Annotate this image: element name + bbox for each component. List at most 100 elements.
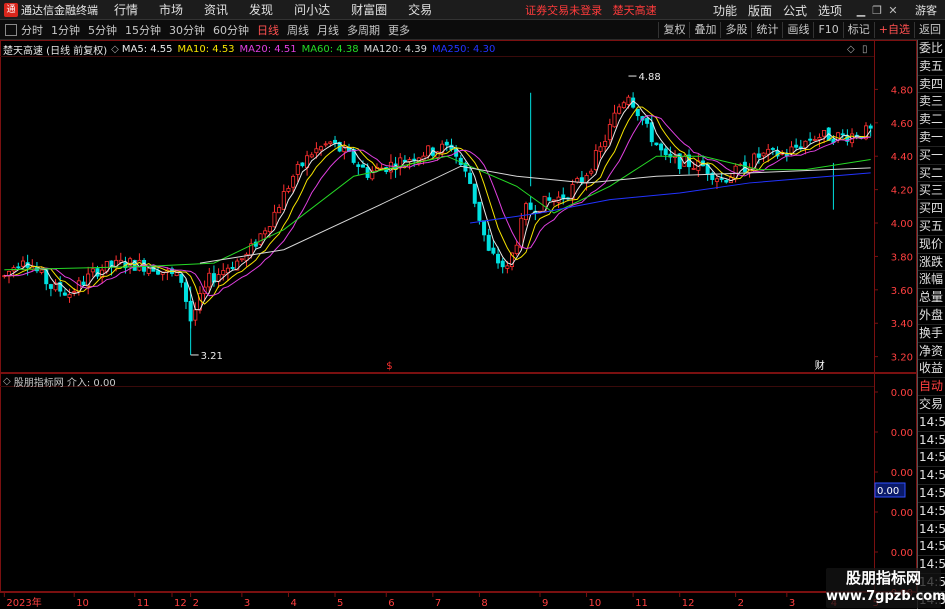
ma5-label: MA5: 4.55: [121, 43, 173, 55]
candle-body: [356, 164, 361, 167]
login-notice[interactable]: 证券交易未登录 楚天高速: [525, 2, 664, 18]
period-tab[interactable]: 多周期: [347, 22, 380, 38]
close-icon[interactable]: ✕: [885, 4, 901, 17]
side-panel-item[interactable]: 买五: [918, 218, 945, 236]
side-panel-item[interactable]: 买二: [918, 165, 945, 183]
side-panel-item[interactable]: 卖五: [918, 58, 945, 76]
side-panel-item[interactable]: 卖三: [918, 93, 945, 112]
toolbar-button[interactable]: 叠加: [689, 22, 720, 38]
period-tab[interactable]: 30分钟: [169, 22, 205, 38]
x-tick-label: 12: [174, 598, 187, 609]
candle-body: [607, 124, 612, 141]
menu-function[interactable]: 功能: [713, 2, 737, 19]
candle-body: [277, 207, 282, 214]
menu-ask[interactable]: 问小达: [294, 1, 330, 18]
x-tick-label: 10: [76, 598, 89, 609]
period-tab[interactable]: 15分钟: [125, 22, 161, 38]
candle-body: [593, 150, 598, 170]
candle-body: [174, 272, 179, 277]
side-panel-item[interactable]: 涨跌: [918, 254, 945, 272]
side-panel-item[interactable]: 自动: [918, 378, 945, 396]
period-tab[interactable]: 更多: [388, 22, 410, 38]
side-panel-item[interactable]: 14:56: [918, 467, 945, 485]
toolbar-button[interactable]: 统计: [751, 22, 782, 38]
menu-layout[interactable]: 版面: [748, 2, 772, 19]
current-stock-text: 楚天高速: [612, 3, 657, 17]
menu-news[interactable]: 资讯: [204, 1, 228, 18]
side-panel-item[interactable]: 14:56: [918, 449, 945, 468]
window-toggle-icon[interactable]: [5, 23, 17, 36]
toolbar-button[interactable]: 多股: [720, 22, 751, 38]
candle-body: [207, 272, 212, 288]
y-tick-label: 3.40: [891, 319, 913, 330]
menu-discover[interactable]: 发现: [249, 1, 273, 18]
event-marker-s: $: [386, 361, 392, 372]
minimize-icon[interactable]: ▁: [853, 4, 869, 17]
side-panel-item[interactable]: 14:56: [918, 503, 945, 521]
candle-body: [794, 144, 799, 148]
toolbar-button[interactable]: 标记: [842, 22, 874, 38]
guest-label[interactable]: 游客: [915, 2, 937, 18]
period-tab[interactable]: 分时: [21, 22, 43, 38]
menu-formula[interactable]: 公式: [783, 2, 807, 19]
period-tab[interactable]: 日线: [257, 22, 279, 38]
period-tab[interactable]: 周线: [287, 22, 309, 38]
side-panel-item[interactable]: 14:56: [918, 521, 945, 539]
x-tick-label: 2: [193, 598, 199, 609]
candle-body: [621, 102, 626, 108]
menu-options[interactable]: 选项: [818, 2, 842, 19]
y-tick-label: 4.00: [891, 219, 913, 230]
side-panel-item[interactable]: 净资: [918, 343, 945, 361]
side-panel-item[interactable]: 现价: [918, 236, 945, 254]
side-panel-item[interactable]: 涨幅: [918, 271, 945, 290]
period-tab[interactable]: 月线: [317, 22, 339, 38]
kline-chart[interactable]: 3.20 3.40 3.60 3.80 4.00 4.20 4.40 4.60 4.80 0.00…: [0, 40, 917, 609]
side-panel-item[interactable]: 委比: [918, 40, 945, 58]
toolbar-button[interactable]: 返回: [914, 22, 945, 38]
candle-body: [500, 260, 505, 268]
side-panel-item[interactable]: 买三: [918, 182, 945, 201]
side-panel-item[interactable]: 总量: [918, 289, 945, 307]
right-menu: 功能 版面 公式 选项 ▁ ❐ ✕ 游客: [713, 0, 945, 20]
candle-body: [761, 152, 766, 157]
menu-trade[interactable]: 交易: [408, 1, 432, 18]
candle-body: [309, 154, 314, 158]
toolbar-button[interactable]: +自选: [873, 22, 914, 38]
side-panel-item[interactable]: 14:56: [918, 538, 945, 557]
candle-body: [719, 178, 724, 180]
chevron-down-icon[interactable]: ◇: [111, 44, 119, 55]
side-panel-item[interactable]: 14:56: [918, 485, 945, 503]
side-panel-item[interactable]: 买四: [918, 200, 945, 218]
candle-body: [635, 108, 640, 117]
side-panel-item[interactable]: 换手: [918, 325, 945, 343]
menu-wealth[interactable]: 财富圈: [351, 1, 387, 18]
menu-market[interactable]: 市场: [159, 1, 183, 18]
side-panel-item[interactable]: 14:56: [918, 414, 945, 432]
candle-body: [272, 211, 277, 228]
toolbar-button[interactable]: 画线: [782, 22, 813, 38]
candle-body: [281, 191, 286, 210]
candle-body: [756, 153, 761, 158]
side-panel-item[interactable]: 收益: [918, 360, 945, 379]
side-panel-item[interactable]: 卖一: [918, 129, 945, 147]
candle-body: [333, 139, 338, 144]
side-panel-item[interactable]: 卖四: [918, 76, 945, 94]
period-tab[interactable]: 1分钟: [51, 22, 80, 38]
period-tab[interactable]: 60分钟: [213, 22, 249, 38]
toolbar-button[interactable]: F10: [813, 22, 842, 38]
toolbar-button[interactable]: 复权: [658, 22, 689, 38]
period-tab[interactable]: 5分钟: [88, 22, 117, 38]
side-panel-item[interactable]: 买一: [918, 147, 945, 165]
side-panel-item[interactable]: 14:56: [918, 432, 945, 450]
side-panel-item[interactable]: 卖二: [918, 111, 945, 129]
side-panel-item[interactable]: 交易: [918, 396, 945, 414]
candle-body: [48, 284, 53, 289]
candle-body: [328, 141, 333, 145]
candle-body: [654, 142, 659, 146]
menu-quotes[interactable]: 行情: [114, 1, 138, 18]
indicator-menu-icon[interactable]: ◇: [3, 376, 11, 387]
side-panel-item[interactable]: 外盘: [918, 307, 945, 325]
restore-icon[interactable]: ❐: [869, 4, 885, 17]
candle-body: [239, 258, 244, 261]
candle-body: [300, 162, 305, 167]
